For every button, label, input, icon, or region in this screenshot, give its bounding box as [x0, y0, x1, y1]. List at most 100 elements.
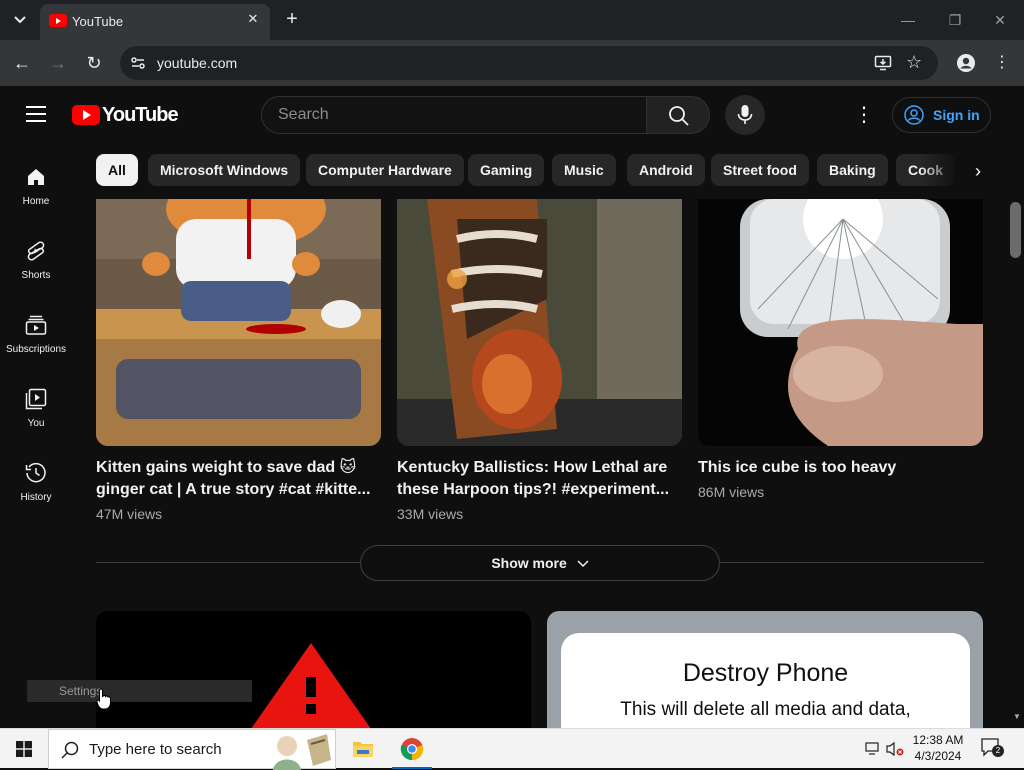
video-thumbnail-destroy-phone[interactable]: Destroy Phone This will delete all media…: [547, 611, 983, 728]
tab-title: YouTube: [72, 14, 124, 29]
chrome-app[interactable]: [392, 729, 432, 769]
chip-baking[interactable]: Baking: [817, 154, 888, 186]
reload-icon[interactable]: ↻: [83, 52, 105, 74]
close-window-icon[interactable]: ✕: [990, 10, 1010, 30]
browser-tab[interactable]: YouTube ✕: [40, 4, 270, 40]
chevron-down-icon: [577, 560, 589, 568]
video-thumbnail-kitten[interactable]: [96, 199, 381, 446]
chrome-icon: [400, 738, 424, 761]
chip-music[interactable]: Music: [552, 154, 616, 186]
clock-date: 4/3/2024: [914, 749, 962, 763]
taskbar-search-input[interactable]: Type here to search: [48, 729, 336, 770]
voice-search-button[interactable]: [725, 95, 765, 135]
video-title[interactable]: This ice cube is too heavy: [698, 457, 984, 479]
subscriptions-icon: [25, 315, 47, 335]
chevron-down-icon: [14, 16, 26, 24]
video-views: 86M views: [698, 484, 765, 500]
site-info-icon[interactable]: [130, 55, 146, 71]
search-icon: [669, 106, 689, 126]
url-text: youtube.com: [157, 55, 238, 71]
back-icon[interactable]: ←: [11, 52, 33, 74]
hand-cursor-icon: [96, 688, 111, 710]
youtube-play-icon: [72, 105, 100, 125]
browser-menu-icon[interactable]: ⋮: [991, 52, 1013, 74]
divider: [96, 562, 360, 563]
scrollbar-track[interactable]: [1010, 86, 1024, 728]
new-tab-button[interactable]: +: [282, 8, 302, 30]
youtube-header: YouTube Search ⋮ Sign in: [0, 86, 1010, 144]
install-app-icon[interactable]: [874, 54, 892, 72]
notifications-button[interactable]: 2: [980, 737, 1006, 761]
divider: [720, 562, 984, 563]
notification-badge: 2: [992, 745, 1004, 757]
minimize-icon[interactable]: —: [898, 10, 918, 30]
scroll-down-icon[interactable]: ▼: [1010, 712, 1024, 724]
folder-icon: [353, 742, 373, 757]
taskbar: Type here to search 12:38 AM 4/3/2024 2: [0, 728, 1024, 770]
chip-all[interactable]: All: [96, 154, 138, 186]
restore-icon[interactable]: ❐: [945, 10, 965, 30]
tab-search-button[interactable]: [6, 7, 34, 33]
kitten-thumbnail-image: [96, 199, 381, 446]
video-thumbnail-harpoon[interactable]: [397, 199, 682, 446]
search-highlight-illustration: [273, 734, 331, 770]
history-icon: [25, 462, 46, 483]
search-placeholder: Search: [278, 106, 329, 123]
clock-time: 12:38 AM: [912, 733, 964, 747]
microphone-icon: [737, 105, 753, 124]
video-thumbnail-warning[interactable]: [96, 611, 531, 728]
settings-menu-icon[interactable]: ⋮: [854, 103, 874, 127]
start-button[interactable]: [0, 729, 48, 769]
windows-logo-icon: [16, 741, 32, 757]
video-title[interactable]: Kentucky Ballistics: How Lethal are thes…: [397, 457, 683, 501]
shorts-icon: [27, 241, 45, 261]
video-views: 33M views: [397, 506, 464, 522]
browser-toolbar: ← → ↻ youtube.com ☆ ⋮: [0, 40, 1024, 86]
search-button[interactable]: [646, 96, 710, 134]
file-explorer-app[interactable]: [343, 729, 383, 769]
address-bar[interactable]: youtube.com ☆: [120, 46, 938, 80]
tab-strip: YouTube ✕ + — ❐ ✕: [0, 0, 1024, 40]
volume-muted-icon[interactable]: [885, 741, 905, 757]
search-input[interactable]: Search: [261, 96, 647, 134]
chip-android[interactable]: Android: [627, 154, 705, 186]
chips-fade: [920, 154, 960, 187]
search-icon: [61, 741, 79, 759]
dialog-card: Destroy Phone This will delete all media…: [561, 633, 970, 728]
chip-street-food[interactable]: Street food: [711, 154, 809, 186]
dialog-heading: Destroy Phone: [682, 659, 849, 687]
chip-computer-hardware[interactable]: Computer Hardware: [306, 154, 464, 186]
system-clock[interactable]: 12:38 AM 4/3/2024: [908, 732, 968, 764]
ice-cube-thumbnail-image: [698, 199, 983, 446]
youtube-logo[interactable]: YouTube: [72, 104, 179, 126]
chip-microsoft-windows[interactable]: Microsoft Windows: [148, 154, 301, 186]
chip-gaming[interactable]: Gaming: [468, 154, 545, 186]
sign-in-button[interactable]: Sign in: [892, 97, 991, 133]
youtube-favicon-icon: [49, 14, 67, 27]
sidebar-item-shorts[interactable]: Shorts: [0, 240, 72, 300]
sidebar-item-history[interactable]: History: [0, 462, 72, 522]
account-circle-icon: [904, 105, 924, 125]
dialog-body: This will delete all media and data,: [620, 699, 911, 720]
forward-icon[interactable]: →: [47, 52, 69, 74]
sidebar-item-subscriptions[interactable]: Subscriptions: [0, 314, 72, 374]
harpoon-thumbnail-image: [397, 199, 682, 446]
network-icon[interactable]: [864, 741, 882, 757]
chevron-right-icon[interactable]: ›: [965, 158, 991, 184]
profile-icon[interactable]: [956, 53, 976, 73]
video-title[interactable]: Kitten gains weight to save dad 🐱 ginger…: [96, 457, 382, 501]
you-icon: [25, 388, 47, 410]
home-icon: [28, 169, 44, 185]
sidebar-item-home[interactable]: Home: [0, 166, 72, 226]
guide-menu-icon[interactable]: [26, 106, 46, 122]
bookmark-star-icon[interactable]: ☆: [906, 52, 922, 73]
warning-icon: [251, 643, 371, 728]
scrollbar-thumb[interactable]: [1010, 202, 1021, 258]
filter-chips-bar: All Microsoft Windows Computer Hardware …: [96, 154, 956, 187]
sidebar-item-you[interactable]: You: [0, 388, 72, 448]
video-views: 47M views: [96, 506, 163, 522]
close-tab-icon[interactable]: ✕: [244, 10, 262, 28]
show-more-button[interactable]: Show more: [360, 545, 720, 581]
settings-tooltip: Settings: [27, 680, 252, 702]
video-thumbnail-ice-cube[interactable]: [698, 199, 983, 446]
